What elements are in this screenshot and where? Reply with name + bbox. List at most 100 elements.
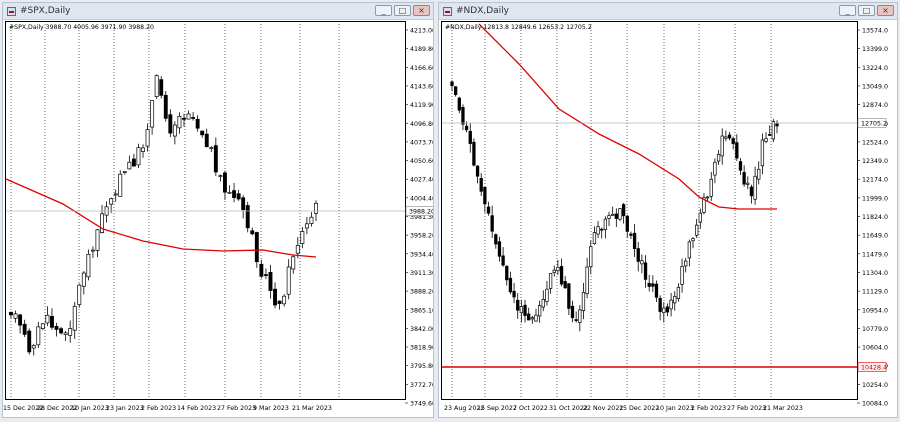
candle-body: [570, 305, 575, 319]
candle-body: [268, 272, 273, 291]
y-axis-label: 4096.80: [410, 121, 433, 128]
candle-body: [662, 307, 666, 314]
y-axis-label: 4189.80: [410, 46, 433, 53]
spx-chart-window[interactable]: #SPX,Daily _ □ × 15 Dec 2022 28 Dec 2022 1…: [2, 2, 434, 418]
candle-body: [213, 145, 218, 173]
candle-body: [684, 260, 688, 267]
candle-body: [589, 246, 593, 268]
candle-body: [497, 241, 502, 257]
ndx-maximize-button[interactable]: □: [858, 5, 875, 16]
candle-body: [512, 290, 516, 298]
candle-body: [150, 100, 155, 128]
ndx-close-button[interactable]: ×: [877, 5, 894, 16]
y-axis-label: 3934.40: [410, 251, 433, 258]
candle-body: [109, 198, 114, 205]
candle-body: [611, 214, 615, 216]
candle-body: [585, 266, 589, 295]
x-axis-label: 27 Feb 2023: [217, 405, 256, 412]
y-axis-label: 12874.0: [862, 102, 888, 109]
candle-body: [709, 178, 713, 197]
ndx-minimize-button[interactable]: _: [839, 5, 856, 16]
candle-body: [241, 197, 246, 210]
candle-body: [163, 94, 168, 119]
candle-body: [263, 274, 268, 276]
candle-body: [654, 283, 659, 298]
candle-body: [501, 255, 505, 266]
spx-window-title: #SPX,Daily: [20, 6, 71, 16]
ndx-candlestick-chart[interactable]: 23 Aug 202215 Sep 20227 Oct 2022 31 Oct 2…: [439, 19, 897, 417]
price-marker-label: 3988.20: [409, 209, 433, 216]
candle-body: [236, 193, 241, 200]
candle-body: [45, 314, 50, 324]
candle-body: [746, 182, 750, 185]
price-marker-label: 12705.2: [861, 121, 887, 128]
moving-average-line: [478, 23, 777, 210]
y-axis-label: 11999.0: [862, 195, 888, 202]
candle-body: [95, 229, 100, 251]
y-axis-label: 3749.60: [410, 401, 433, 408]
candle-body: [300, 231, 305, 244]
candle-body: [172, 124, 177, 137]
chart-header-info: #SPX,Daily 3988.70 4005.96 3971.90 3988.…: [9, 24, 154, 31]
x-axis-label: 15 Sep 2022: [477, 405, 517, 412]
candle-body: [145, 129, 150, 147]
candle-body: [250, 230, 255, 235]
candle-body: [457, 97, 461, 111]
y-axis-label: 4119.90: [410, 102, 433, 109]
x-axis-label: 7 Oct 2022: [513, 405, 548, 412]
candle-body: [578, 309, 582, 323]
y-axis-label: 10084.0: [862, 401, 888, 408]
y-axis-label: 3865.10: [410, 307, 433, 314]
spx-minimize-button[interactable]: _: [375, 5, 392, 16]
candle-body: [651, 283, 655, 287]
candle-body: [131, 158, 136, 167]
candle-body: [643, 262, 648, 280]
candle-body: [687, 241, 692, 259]
x-axis-label: 21 Mar 2023: [763, 405, 803, 412]
candle-body: [596, 226, 600, 235]
spx-titlebar[interactable]: #SPX,Daily _ □ ×: [3, 3, 433, 20]
y-axis-label: 4213.00: [410, 28, 433, 35]
candle-body: [548, 273, 553, 289]
y-axis-label: 11479.0: [862, 251, 888, 258]
candle-body: [63, 332, 68, 335]
candle-body: [742, 172, 746, 185]
candle-body: [519, 306, 524, 314]
candle-body: [295, 244, 300, 254]
candle-body: [600, 228, 604, 231]
spx-maximize-button[interactable]: □: [394, 5, 411, 16]
candle-body: [567, 283, 571, 309]
candle-body: [629, 233, 633, 236]
x-axis-label: 23 Jan 2023: [106, 405, 144, 412]
candle-body: [607, 215, 611, 219]
candle-body: [81, 272, 86, 287]
candle-body: [534, 314, 538, 322]
candle-body: [676, 286, 681, 299]
candle-body: [625, 215, 629, 232]
candle-body: [450, 81, 454, 87]
candle-body: [530, 317, 534, 320]
candle-body: [254, 232, 259, 263]
spx-candlestick-chart[interactable]: 15 Dec 202228 Dec 202210 Jan 202323 Jan …: [3, 19, 433, 417]
candle-body: [218, 175, 223, 177]
candle-body: [186, 113, 191, 120]
candle-body: [771, 121, 775, 140]
candle-body: [727, 134, 732, 139]
candle-body: [581, 292, 586, 312]
y-axis-label: 4004.40: [410, 195, 433, 202]
candle-body: [273, 288, 277, 306]
plot-frame: [5, 21, 406, 400]
candle-body: [31, 345, 36, 349]
candle-body: [195, 118, 200, 129]
y-axis-label: 10779.0: [862, 326, 888, 333]
ndx-titlebar[interactable]: #NDX,Daily _ □ ×: [439, 3, 897, 20]
candle-body: [118, 173, 123, 197]
candle-body: [223, 172, 227, 193]
candle-body: [640, 260, 644, 265]
spx-close-button[interactable]: ×: [413, 5, 430, 16]
candle-body: [764, 138, 768, 142]
level-marker-label: 10428.4: [861, 365, 887, 372]
ndx-chart-window[interactable]: #NDX,Daily _ □ × 23 Aug 2022 15 Sep 2022 7…: [438, 2, 898, 418]
x-axis-label: 10 Jan 2023: [656, 405, 694, 412]
candle-body: [757, 168, 761, 180]
